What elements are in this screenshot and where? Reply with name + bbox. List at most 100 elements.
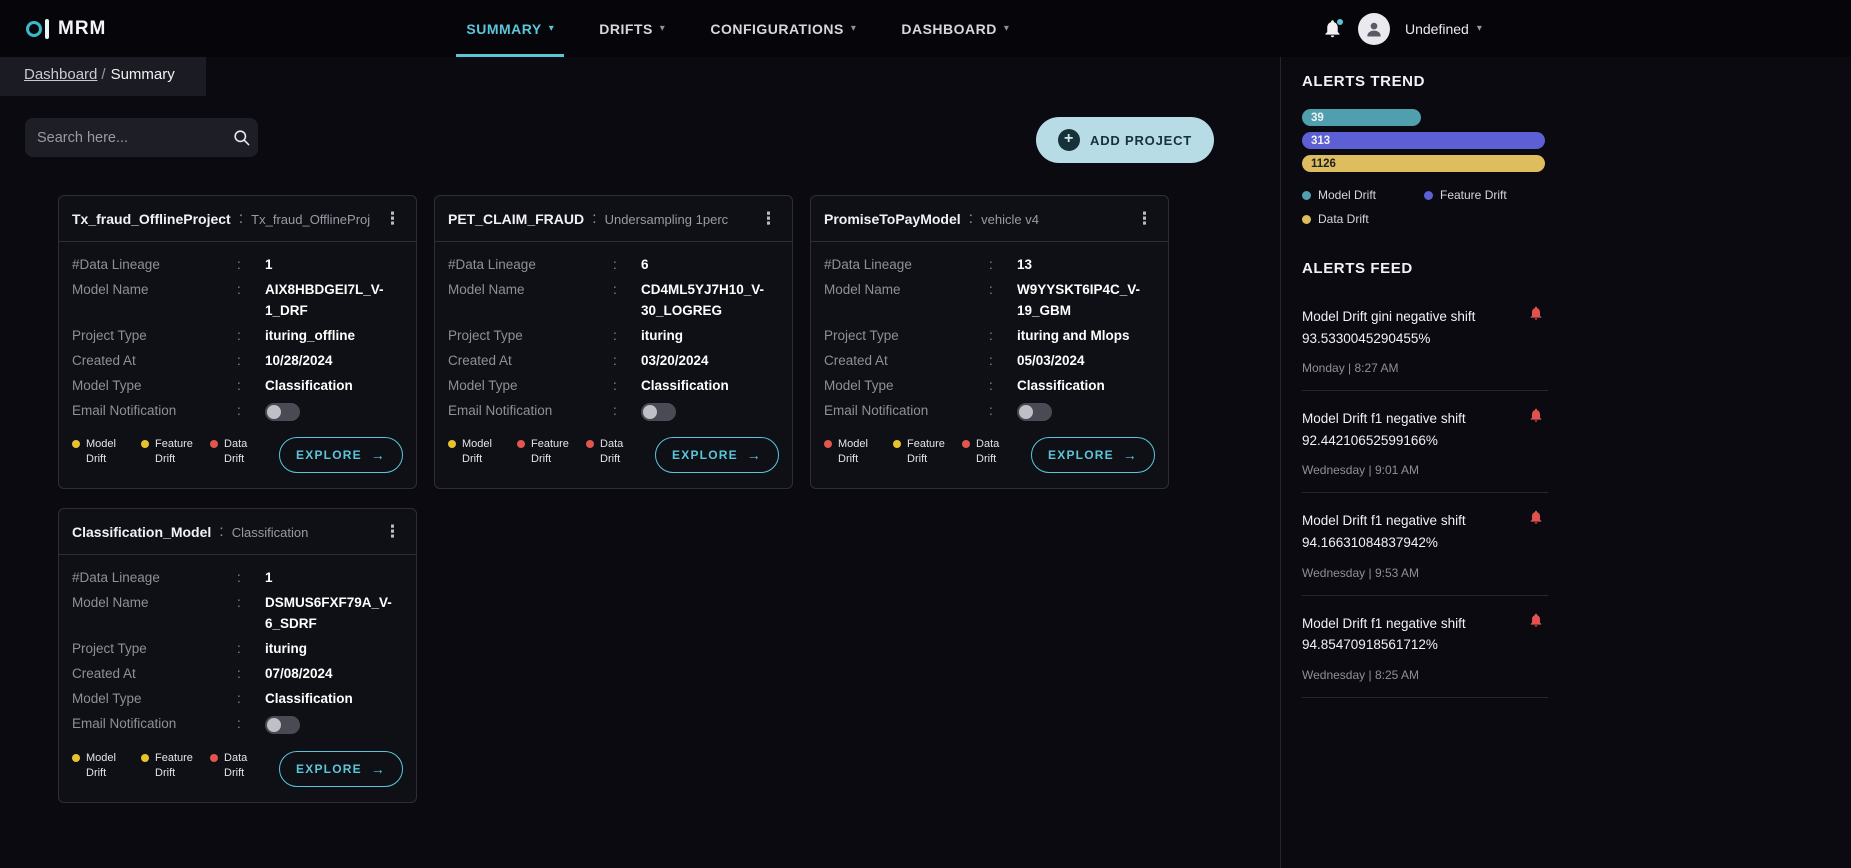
nav-item-label: CONFIGURATIONS bbox=[710, 20, 844, 37]
field-value: Classification bbox=[641, 377, 729, 393]
field-label: Model Name bbox=[72, 281, 149, 297]
project-title: Tx_fraud_OfflineProject bbox=[72, 211, 231, 227]
drift-status-dot bbox=[893, 440, 902, 449]
project-card-footer: Model Drift Feature Drift Data Drift EXP… bbox=[59, 427, 416, 488]
drift-label: Feature Drift bbox=[155, 751, 193, 779]
drift-label: Data Drift bbox=[224, 438, 248, 466]
explore-button[interactable]: EXPLORE → bbox=[279, 437, 403, 474]
field-label: Project Type bbox=[448, 327, 523, 343]
field-colon: : bbox=[237, 641, 241, 657]
breadcrumb: Dashboard / Summary bbox=[0, 57, 206, 96]
field-colon: : bbox=[237, 715, 241, 731]
notifications-bell-icon[interactable] bbox=[1322, 18, 1343, 39]
search-icon[interactable] bbox=[232, 128, 251, 147]
explore-button[interactable]: EXPLORE → bbox=[1031, 437, 1155, 474]
breadcrumb-dashboard-link[interactable]: Dashboard bbox=[24, 66, 97, 83]
field-row-model-type: Model Type : Classification bbox=[72, 689, 403, 710]
logo-ring bbox=[26, 20, 42, 37]
field-label: Model Type bbox=[824, 377, 894, 393]
trend-bar: 313 bbox=[1302, 132, 1545, 149]
field-label: Email Notification bbox=[448, 402, 553, 418]
alert-feed-item[interactable]: Model Drift f1 negative shift 92.4421065… bbox=[1302, 391, 1548, 494]
card-menu-button[interactable]: ⋮ bbox=[1131, 209, 1158, 229]
alert-feed-item[interactable]: Model Drift f1 negative shift 94.1663108… bbox=[1302, 493, 1548, 596]
field-colon: : bbox=[237, 595, 241, 611]
field-label: Email Notification bbox=[72, 715, 177, 731]
email-notification-toggle[interactable] bbox=[265, 715, 300, 734]
field-value: 10/28/2024 bbox=[265, 352, 333, 368]
alert-feed-item[interactable]: Model Drift f1 negative shift 94.8547091… bbox=[1302, 596, 1548, 698]
legend-dot bbox=[1302, 190, 1311, 200]
plus-icon: + bbox=[1058, 129, 1081, 151]
arrow-right-icon: → bbox=[1122, 447, 1138, 464]
user-menu[interactable]: Undefined ▾ bbox=[1405, 21, 1482, 37]
feature-drift-indicator: Feature Drift bbox=[893, 437, 953, 467]
nav-item[interactable]: SUMMARY ▾ bbox=[456, 0, 565, 57]
explore-label: EXPLORE bbox=[296, 761, 362, 776]
card-menu-button[interactable]: ⋮ bbox=[755, 209, 782, 229]
search-input[interactable] bbox=[37, 129, 224, 146]
field-value: DSMUS6FXF79A_V-6_SDRF bbox=[265, 595, 392, 632]
data-drift-indicator: Data Drift bbox=[962, 437, 1022, 467]
model-drift-indicator: Model Drift bbox=[72, 437, 132, 467]
add-project-button[interactable]: + ADD PROJECT bbox=[1036, 117, 1214, 163]
nav-item[interactable]: DRIFTS ▾ bbox=[599, 0, 665, 57]
field-value: ituring bbox=[265, 641, 307, 657]
alert-title: Model Drift f1 negative shift 92.4421065… bbox=[1302, 411, 1466, 448]
nav-item-label: DRIFTS bbox=[599, 20, 653, 37]
nav-item[interactable]: CONFIGURATIONS ▾ bbox=[710, 0, 856, 57]
alert-timestamp: Monday | 8:27 AM bbox=[1302, 361, 1399, 376]
field-row-data-lineage: #Data Lineage : 1 bbox=[72, 568, 403, 589]
data-drift-indicator: Data Drift bbox=[210, 751, 270, 781]
field-row-data-lineage: #Data Lineage : 6 bbox=[448, 255, 779, 276]
project-title: PromiseToPayModel bbox=[824, 211, 961, 227]
field-label: Model Name bbox=[448, 281, 525, 297]
explore-button[interactable]: EXPLORE → bbox=[279, 750, 403, 787]
header-right: Undefined ▾ bbox=[1322, 0, 1482, 57]
main-content: + ADD PROJECT Tx_fraud_OfflineProject : … bbox=[0, 96, 1280, 803]
field-colon: : bbox=[613, 257, 617, 272]
email-notification-toggle[interactable] bbox=[265, 402, 300, 421]
logo-bar bbox=[45, 18, 49, 39]
card-menu-button[interactable]: ⋮ bbox=[379, 522, 406, 542]
trend-bar: 1126 bbox=[1302, 155, 1545, 172]
trend-bar: 39 bbox=[1302, 109, 1422, 126]
project-card: Classification_Model : Classification ⋮ … bbox=[58, 508, 417, 803]
field-label: Model Type bbox=[448, 377, 518, 393]
drift-status-dot bbox=[210, 440, 219, 449]
trend-bar-value: 313 bbox=[1311, 134, 1331, 147]
field-colon: : bbox=[989, 377, 993, 393]
alerts-feed-title: ALERTS FEED bbox=[1302, 260, 1413, 277]
brand-name: MRM bbox=[58, 17, 107, 39]
explore-button[interactable]: EXPLORE → bbox=[655, 437, 779, 474]
email-notification-toggle[interactable] bbox=[641, 402, 676, 421]
field-row-project-type: Project Type : ituring bbox=[72, 639, 403, 660]
legend-label: Data Drift bbox=[1318, 212, 1369, 226]
field-colon: : bbox=[989, 327, 993, 343]
field-label: Model Name bbox=[72, 595, 149, 611]
field-label: Created At bbox=[448, 352, 512, 368]
alert-title: Model Drift f1 negative shift 94.8547091… bbox=[1302, 615, 1466, 653]
field-colon: : bbox=[237, 570, 241, 586]
alert-bell-icon bbox=[1528, 407, 1544, 423]
nav-item[interactable]: DASHBOARD ▾ bbox=[901, 0, 1009, 57]
alert-timestamp: Wednesday | 8:25 AM bbox=[1302, 667, 1419, 682]
field-value: 1 bbox=[265, 570, 273, 586]
email-notification-toggle[interactable] bbox=[1017, 402, 1052, 421]
project-subtitle: vehicle v4 bbox=[981, 211, 1039, 227]
card-menu-button[interactable]: ⋮ bbox=[379, 209, 406, 229]
drift-status-dot bbox=[962, 440, 971, 449]
project-title: PET_CLAIM_FRAUD bbox=[448, 211, 585, 227]
field-row-model-type: Model Type : Classification bbox=[72, 376, 403, 397]
project-card-footer: Model Drift Feature Drift Data Drift EXP… bbox=[435, 427, 792, 488]
title-separator: : bbox=[968, 210, 974, 227]
add-project-label: ADD PROJECT bbox=[1090, 132, 1192, 148]
user-avatar[interactable] bbox=[1358, 12, 1390, 45]
drift-status-dot bbox=[72, 440, 80, 449]
trend-bar-track: 39 bbox=[1302, 109, 1545, 126]
chevron-down-icon: ▾ bbox=[548, 23, 555, 34]
field-value: ituring bbox=[641, 327, 683, 343]
alert-feed-item[interactable]: Model Drift gini negative shift 93.53300… bbox=[1302, 289, 1548, 392]
email-notification-row: Email Notification : bbox=[72, 714, 403, 735]
arrow-right-icon: → bbox=[370, 760, 386, 777]
